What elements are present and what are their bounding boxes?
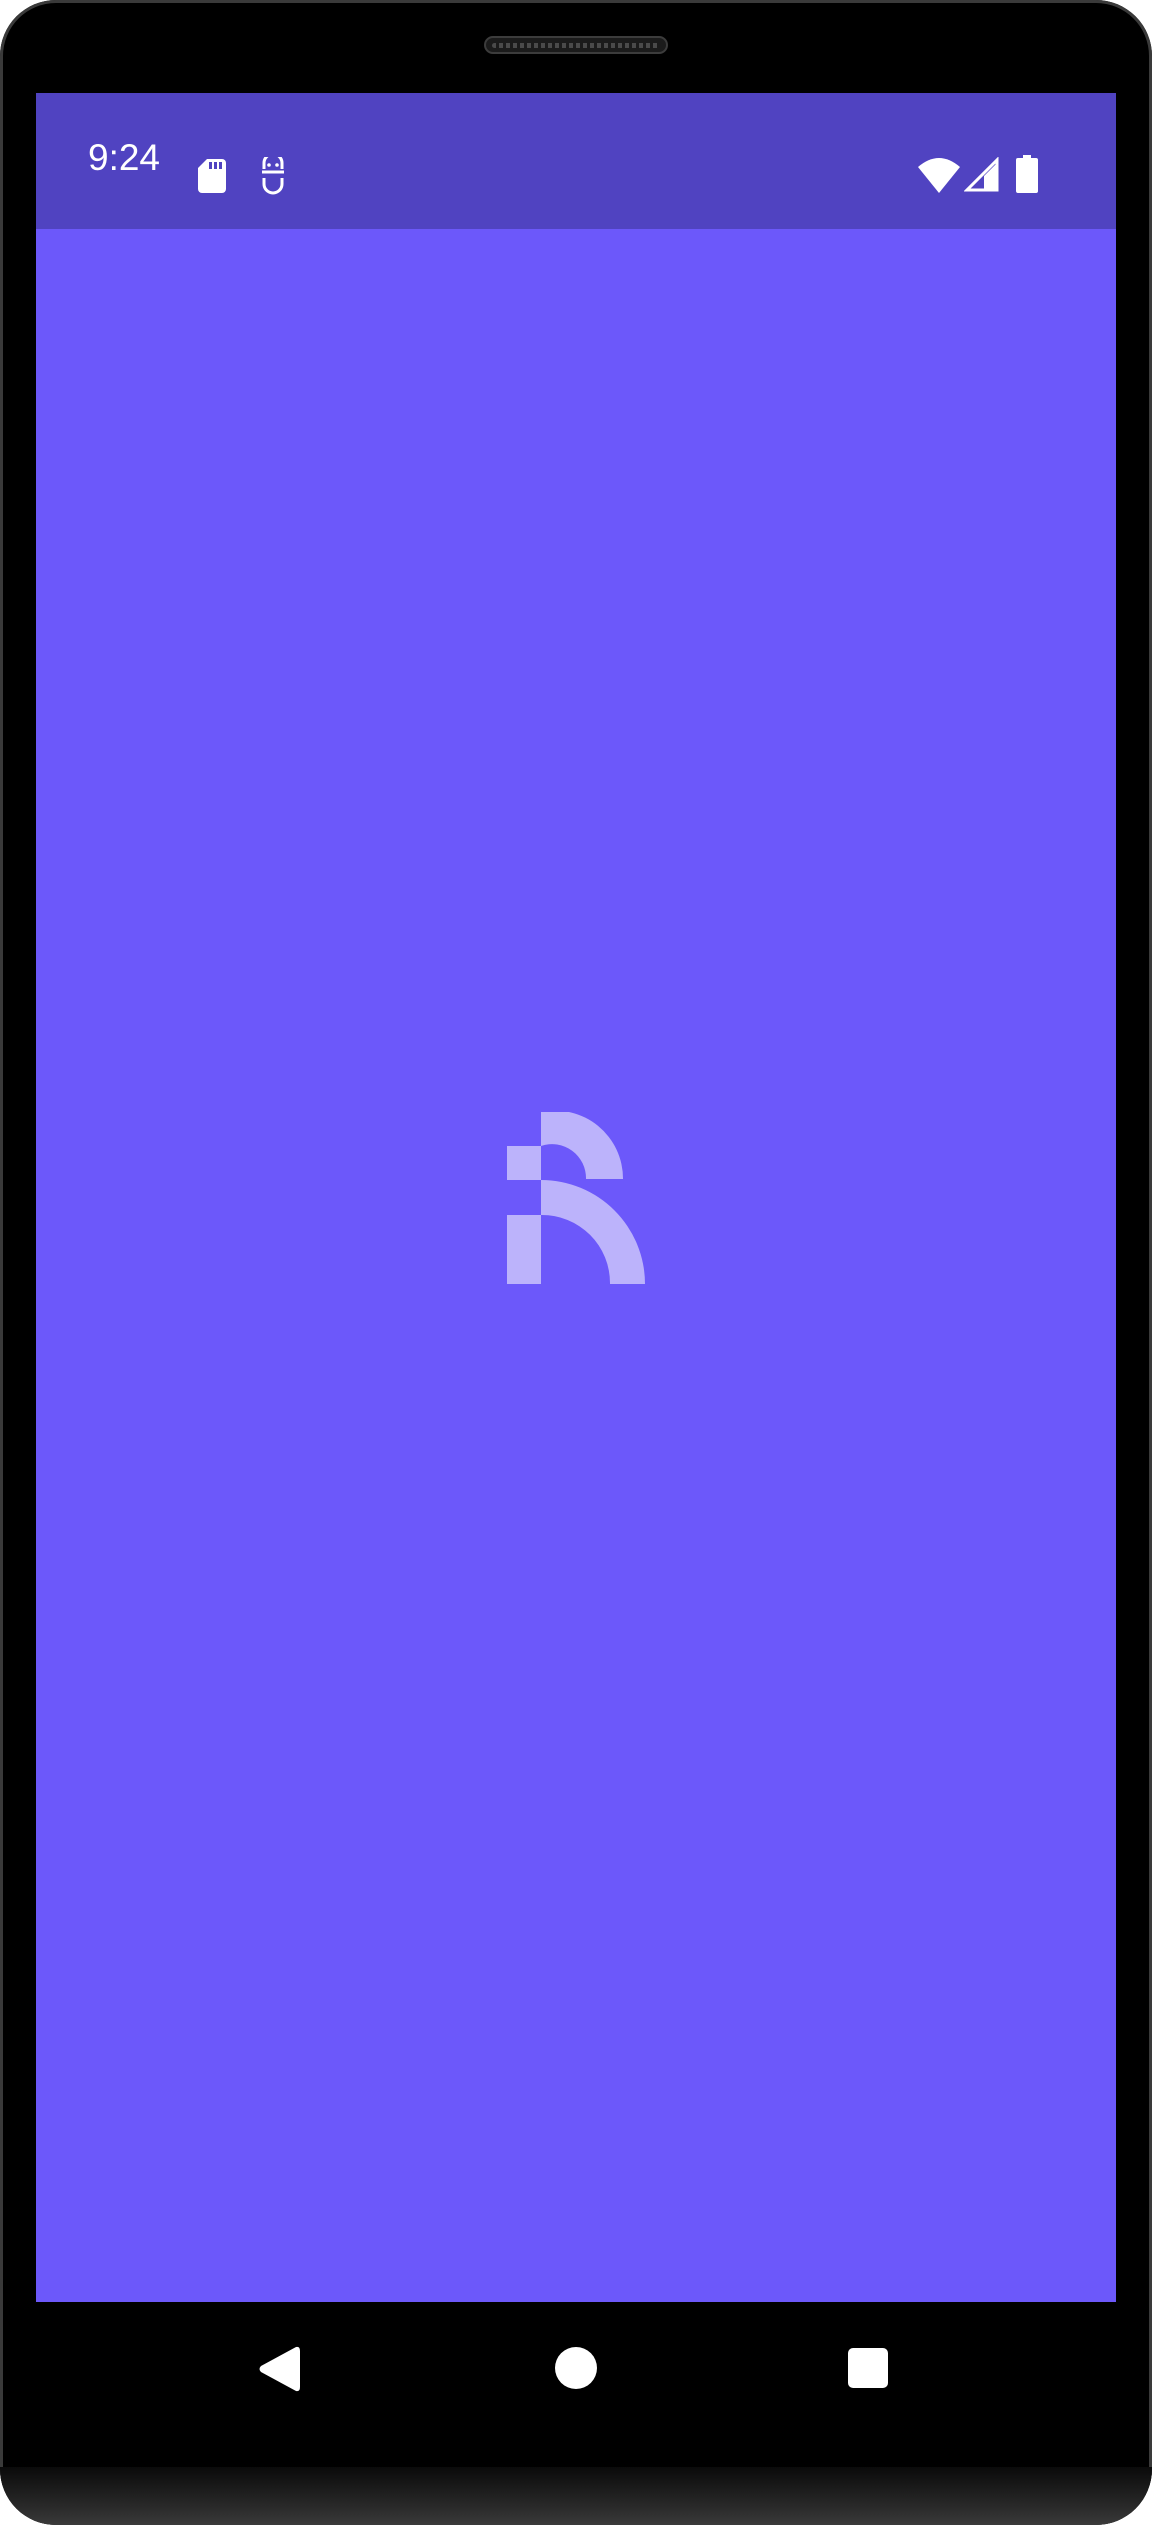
status-bar: 9:24 (36, 93, 1116, 229)
wifi-icon (918, 158, 960, 193)
device-frame: 9:24 (0, 0, 1152, 2525)
speaker-grille (492, 43, 660, 48)
recents-button[interactable] (848, 2348, 888, 2388)
debug-icon (262, 157, 284, 195)
earpiece-speaker (484, 36, 668, 54)
app-logo (507, 1112, 645, 1284)
navigation-bar (0, 2302, 1152, 2467)
sd-card-icon (198, 159, 226, 193)
back-button[interactable] (258, 2345, 300, 2393)
battery-icon (1016, 155, 1038, 193)
cellular-signal-icon (964, 157, 999, 192)
device-bottom-bezel (0, 2467, 1152, 2525)
status-time: 9:24 (88, 137, 161, 178)
app-screen: 9:24 (36, 93, 1116, 2302)
home-button[interactable] (555, 2347, 597, 2389)
